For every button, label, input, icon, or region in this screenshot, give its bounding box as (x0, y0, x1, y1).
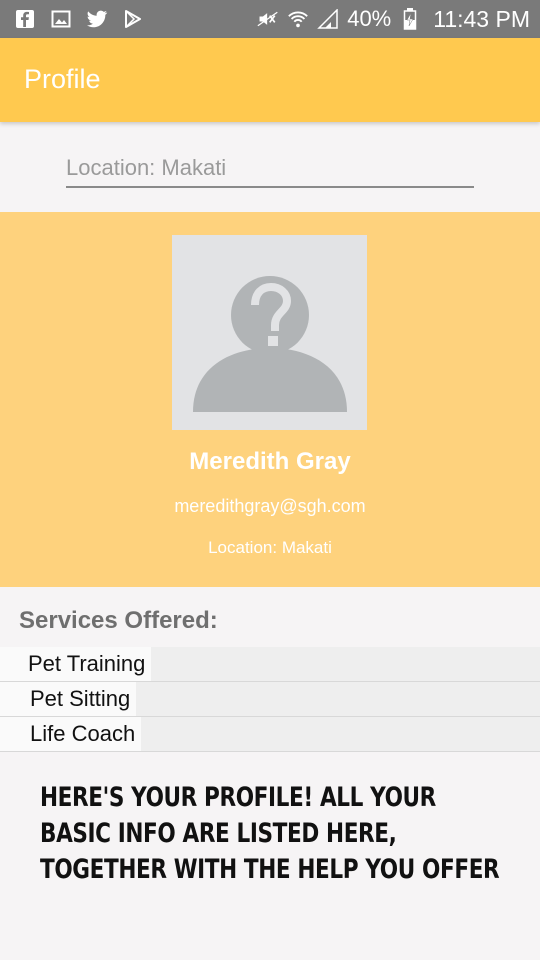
list-item[interactable]: Pet Training (0, 647, 540, 682)
app-bar: Profile (0, 38, 540, 122)
signal-icon (317, 8, 339, 30)
caption-line: HERE'S YOUR PROFILE! ALL YOUR (40, 782, 436, 813)
profile-card: Meredith Gray meredithgray@sgh.com Locat… (0, 212, 540, 587)
caption-line: BASIC INFO ARE LISTED HERE, (40, 818, 397, 849)
profile-email: meredithgray@sgh.com (174, 496, 366, 516)
clock: 11:43 PM (433, 5, 530, 32)
facebook-icon (14, 8, 36, 30)
list-item[interactable]: Pet Sitting (0, 682, 540, 717)
location-input[interactable] (66, 150, 474, 188)
caption-text: HERE'S YOUR PROFILE! ALL YOUR BASIC INFO… (40, 780, 520, 888)
list-item[interactable]: Life Coach (0, 717, 540, 752)
battery-charging-icon (399, 8, 421, 30)
service-label: Pet Sitting (0, 682, 137, 716)
play-store-icon (122, 8, 144, 30)
status-bar: 40% 11:43 PM (0, 0, 540, 38)
gallery-icon (50, 8, 72, 30)
page-title: Profile (24, 64, 101, 94)
service-label: Pet Training (0, 647, 152, 681)
profile-location: Location: Makati (208, 538, 332, 557)
unknown-user-icon (193, 276, 347, 412)
caption-line: TOGETHER WITH THE HELP YOU OFFER (40, 854, 500, 885)
service-label: Life Coach (0, 717, 142, 751)
mute-icon (257, 8, 279, 30)
battery-percent: 40% (347, 6, 392, 31)
twitter-icon (86, 8, 108, 30)
services-heading: Services Offered: (19, 607, 218, 634)
wifi-icon (287, 8, 309, 30)
avatar[interactable] (172, 235, 367, 430)
profile-name: Meredith Gray (189, 448, 351, 475)
